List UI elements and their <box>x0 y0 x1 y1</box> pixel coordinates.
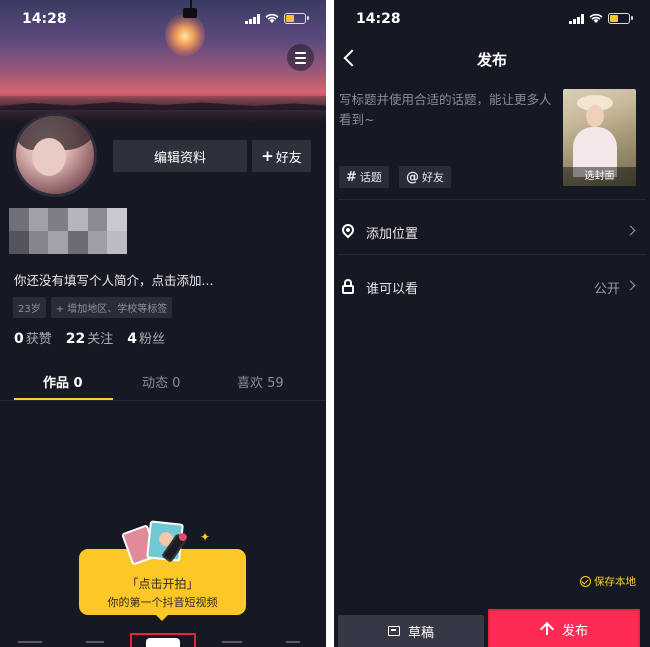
profile-screen: 14:28 编辑资料 + 好友 你还没有填写个人简介，点击添加... 23岁 +… <box>0 0 326 647</box>
publish-arrow-icon <box>540 622 554 636</box>
shoot-button[interactable] <box>130 633 196 647</box>
description-input[interactable]: 写标题并使用合适的话题，能让更多人看到~ <box>339 90 559 130</box>
status-icons <box>245 13 309 24</box>
tab-posts[interactable]: 动态 0 <box>142 372 180 391</box>
publish-header: 发布 <box>334 40 650 76</box>
draft-button[interactable]: 草稿 <box>338 615 484 647</box>
visibility-row[interactable]: 谁可以看 公开 <box>334 267 650 307</box>
cover-thumbnail[interactable]: 选封面 <box>563 89 636 186</box>
divider <box>338 199 646 200</box>
edit-profile-label: 编辑资料 <box>153 150 206 166</box>
divider <box>338 254 646 255</box>
chevron-right-icon <box>625 225 636 236</box>
hashtag-icon: # <box>346 169 357 185</box>
sparkle-icon: ✦ <box>200 530 211 544</box>
draft-box-icon <box>387 626 400 636</box>
nav-home-icon[interactable] <box>18 641 42 643</box>
signal-icon <box>245 13 260 24</box>
nav-message-icon[interactable] <box>222 641 242 643</box>
shoot-tooltip-subtitle: 你的第一个抖音短视频 <box>107 596 218 609</box>
tab-divider <box>0 400 326 401</box>
publish-label: 发布 <box>561 623 588 639</box>
stat-likes[interactable]: 0 获赞 <box>14 328 52 347</box>
location-pin-icon <box>339 221 357 240</box>
visibility-label: 谁可以看 <box>366 282 419 297</box>
avatar[interactable] <box>13 113 97 197</box>
status-icons <box>569 13 633 24</box>
signal-icon <box>569 13 584 24</box>
tab-works[interactable]: 作品 0 <box>43 372 83 391</box>
add-location-label: 添加位置 <box>366 227 419 242</box>
wifi-icon <box>265 13 279 23</box>
status-time: 14:28 <box>22 11 67 27</box>
chevron-right-icon <box>625 280 636 291</box>
plus-button-icon <box>146 638 180 647</box>
username-pixelated <box>9 208 127 254</box>
topic-chip[interactable]: # 话题 <box>339 166 389 188</box>
topic-chip-label: 话题 <box>359 171 382 184</box>
check-circle-icon <box>580 576 591 587</box>
at-icon: @ <box>406 169 419 185</box>
battery-icon <box>608 13 633 24</box>
wifi-icon <box>589 13 603 23</box>
tab-likes[interactable]: 喜欢 59 <box>237 372 284 391</box>
publish-screen: 14:28 发布 写标题并使用合适的话题，能让更多人看到~ 选封面 # 话题 @… <box>334 0 650 647</box>
nav-me-icon[interactable] <box>286 641 300 643</box>
edit-profile-button[interactable]: 编辑资料 <box>113 140 247 172</box>
save-local-label: 保存本地 <box>594 576 636 588</box>
profile-stats: 0 获赞 22 关注 4 粉丝 <box>14 328 165 347</box>
nav-follow-icon[interactable] <box>86 641 104 643</box>
menu-icon[interactable] <box>287 44 314 71</box>
lock-icon <box>340 279 356 295</box>
shoot-tooltip-title: 「点击开拍」 <box>126 577 199 591</box>
add-friend-button[interactable]: + 好友 <box>252 140 311 172</box>
tooltip-stickers: ✦ <box>120 520 210 570</box>
add-region-tag[interactable]: + 增加地区、学校等标签 <box>50 297 173 318</box>
mention-chip[interactable]: @ 好友 <box>399 166 451 188</box>
status-time: 14:28 <box>356 11 401 27</box>
add-friend-label: 好友 <box>275 150 302 166</box>
select-cover-label: 选封面 <box>563 167 636 186</box>
bio-placeholder[interactable]: 你还没有填写个人简介，点击添加... <box>14 270 213 289</box>
save-local-toggle[interactable]: 保存本地 <box>580 574 636 589</box>
stat-following[interactable]: 22 关注 <box>66 328 114 347</box>
age-tag[interactable]: 23岁 <box>13 297 46 318</box>
status-bar: 14:28 <box>334 0 650 38</box>
status-bar: 14:28 <box>0 0 326 38</box>
add-location-row[interactable]: 添加位置 <box>334 212 650 252</box>
draft-label: 草稿 <box>407 625 434 641</box>
tooltip-arrow <box>154 613 170 621</box>
profile-tags: 23岁 + 增加地区、学校等标签 <box>13 297 173 318</box>
publish-button[interactable]: 发布 <box>488 609 640 647</box>
battery-icon <box>284 13 309 24</box>
visibility-value: 公开 <box>593 282 620 297</box>
page-title: 发布 <box>476 51 507 69</box>
plus-icon: + <box>261 147 274 165</box>
stat-followers[interactable]: 4 粉丝 <box>127 328 165 347</box>
mention-chip-label: 好友 <box>422 171 444 184</box>
